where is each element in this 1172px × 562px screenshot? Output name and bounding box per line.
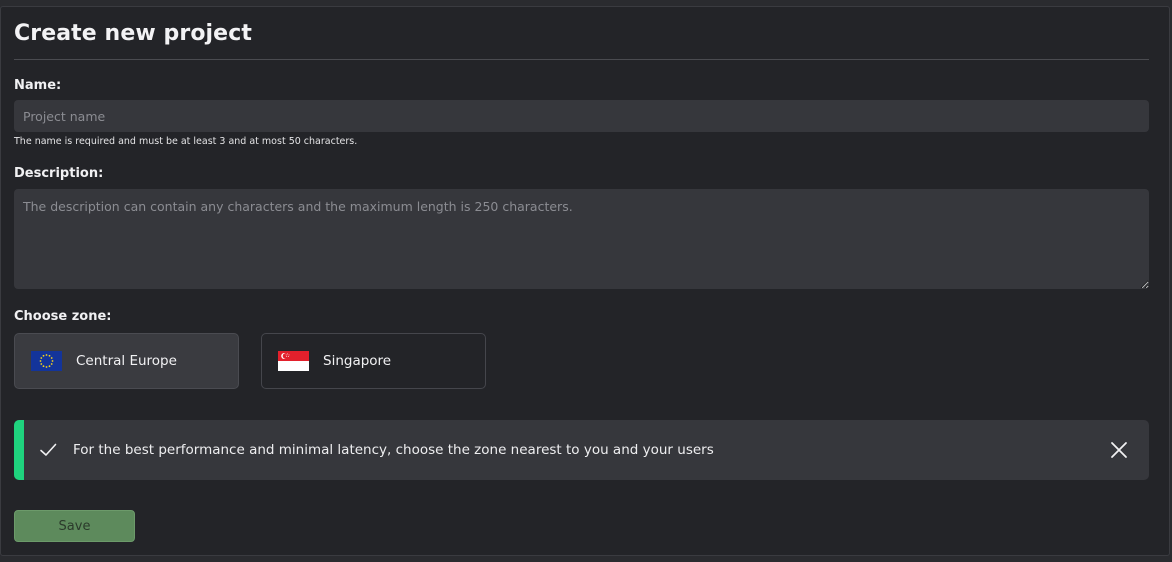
description-textarea[interactable] — [14, 189, 1149, 289]
check-icon — [40, 443, 57, 456]
zone-label: Choose zone: — [14, 309, 112, 324]
name-hint: The name is required and must be at leas… — [14, 136, 358, 147]
save-button[interactable]: Save — [14, 510, 135, 542]
zone-option-label: Central Europe — [76, 353, 177, 369]
eu-flag-icon — [31, 351, 62, 371]
zone-option-singapore[interactable]: Singapore — [261, 333, 486, 389]
alert-message: For the best performance and minimal lat… — [73, 442, 714, 458]
page-title: Create new project — [14, 21, 252, 46]
create-project-panel: Create new project Name: The name is req… — [0, 6, 1170, 556]
zone-option-central-europe[interactable]: Central Europe — [14, 333, 239, 389]
alert-accent-bar — [14, 420, 24, 480]
name-label: Name: — [14, 78, 62, 93]
title-divider — [14, 59, 1149, 60]
description-label: Description: — [14, 166, 104, 181]
zone-option-label: Singapore — [323, 353, 392, 369]
info-alert: For the best performance and minimal lat… — [14, 420, 1149, 480]
close-icon[interactable] — [1110, 441, 1128, 459]
project-name-input[interactable] — [14, 100, 1149, 132]
singapore-flag-icon — [278, 351, 309, 371]
